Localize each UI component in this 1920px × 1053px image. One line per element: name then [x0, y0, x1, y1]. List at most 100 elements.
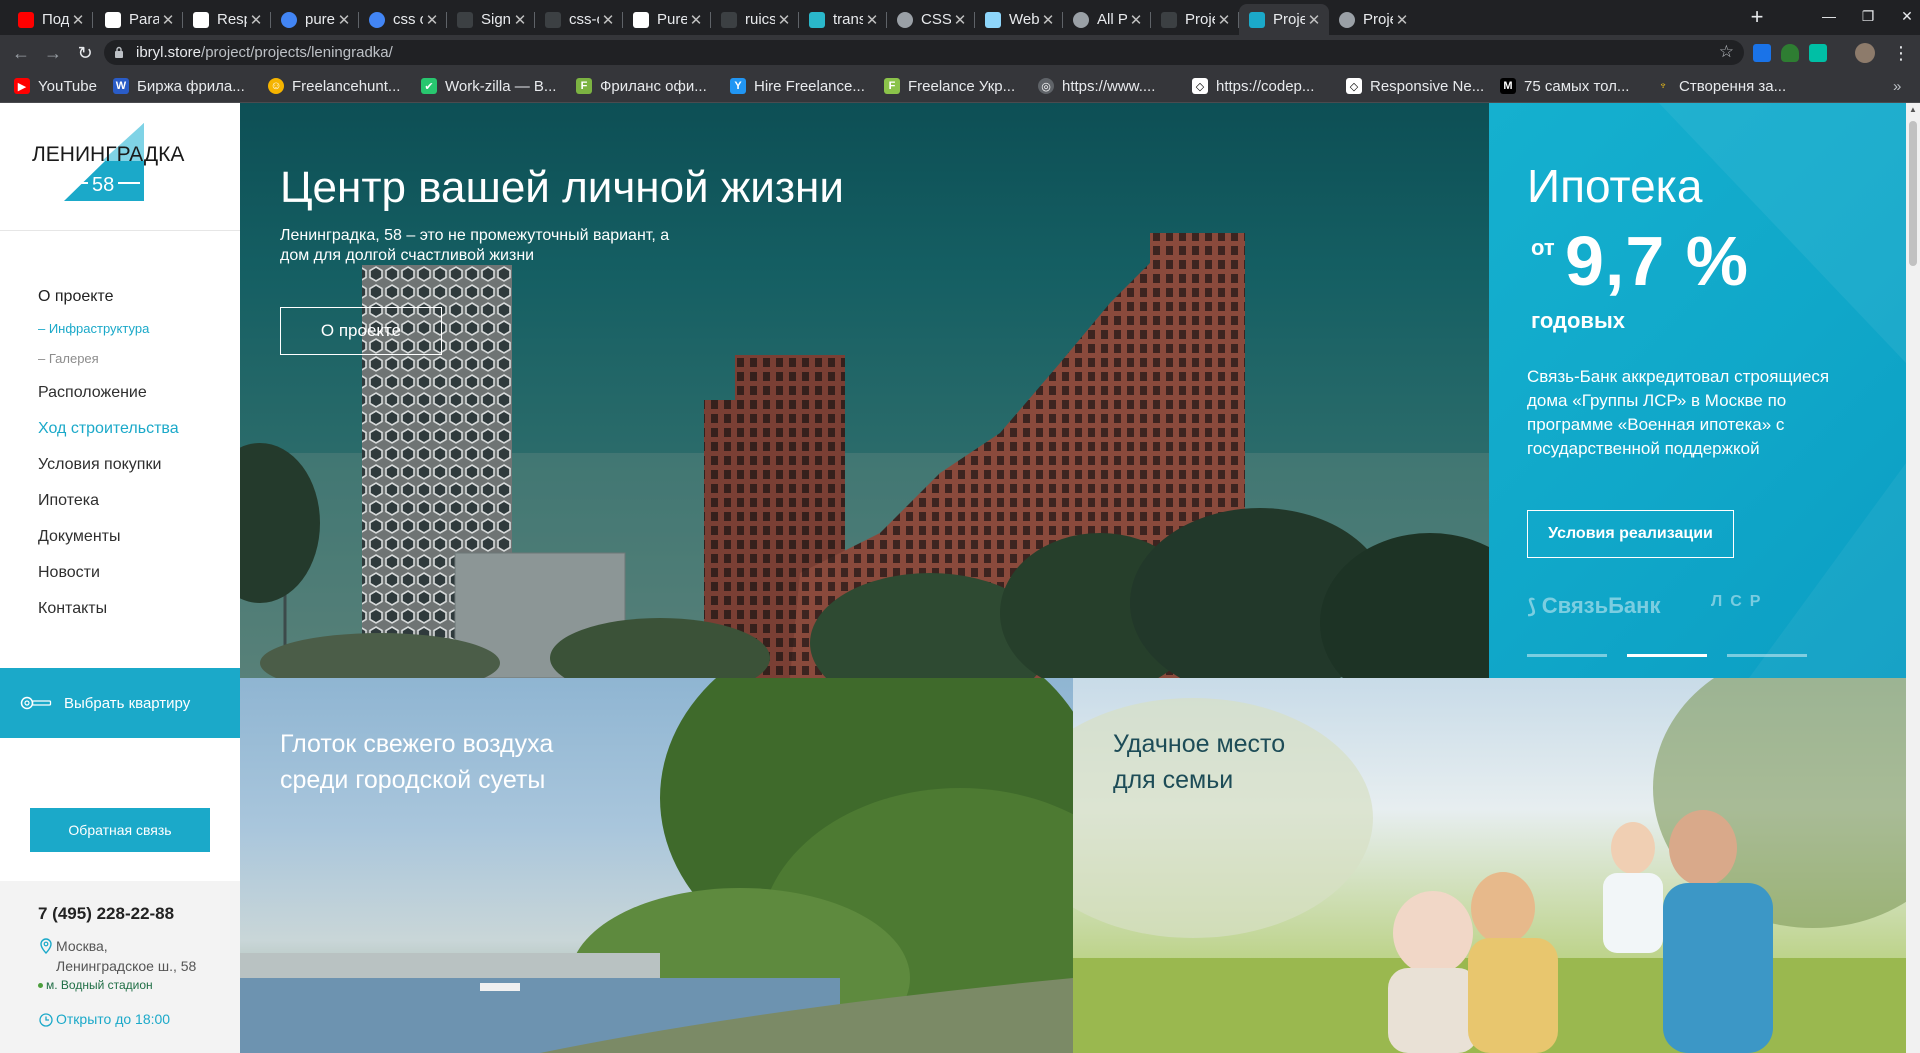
nav-contacts[interactable]: Контакты — [38, 600, 107, 618]
close-window-icon[interactable]: ✕ — [1896, 6, 1918, 26]
browser-tab[interactable]: Signifi ✕ — [447, 4, 535, 35]
browser-tab[interactable]: Respo ✕ — [183, 4, 271, 35]
nav-about[interactable]: О проекте — [38, 288, 113, 306]
browser-tab[interactable]: css-on ✕ — [535, 4, 623, 35]
feedback-button[interactable]: Обратная связь — [30, 808, 210, 852]
browser-tab[interactable]: pure c ✕ — [271, 4, 359, 35]
nav-documents[interactable]: Документы — [38, 528, 120, 546]
tab-close-icon[interactable]: ✕ — [1305, 11, 1323, 29]
key-icon — [20, 696, 52, 710]
github-favicon-icon — [545, 11, 561, 28]
nav-construction-progress[interactable]: Ход строительства — [38, 420, 179, 438]
browser-tab-active[interactable]: Projec ✕ — [1239, 4, 1329, 35]
back-arrow-icon[interactable]: ← — [10, 42, 32, 64]
slider-dot-active[interactable] — [1627, 654, 1707, 657]
scroll-up-arrow-icon[interactable]: ▲ — [1906, 103, 1920, 117]
tab-close-icon[interactable]: ✕ — [423, 11, 441, 29]
tab-title: All Pro — [1097, 11, 1127, 28]
browser-tab[interactable]: Webpa ✕ — [975, 4, 1063, 35]
tab-close-icon[interactable]: ✕ — [159, 11, 177, 29]
family-place-tile[interactable]: Удачное место для семьи — [1073, 678, 1906, 1053]
bookmark-item[interactable]: M 75 самых тол... — [1500, 76, 1629, 96]
browser-tab[interactable]: css on ✕ — [359, 4, 447, 35]
bookmark-item[interactable]: ▶ YouTube — [14, 76, 97, 96]
bookmark-item[interactable]: ☺ Freelancehunt... — [268, 76, 400, 96]
metro-station: м. Водный стадион — [46, 978, 153, 992]
browser-tab[interactable]: transit ✕ — [799, 4, 887, 35]
tab-close-icon[interactable]: ✕ — [1215, 11, 1233, 29]
tab-close-icon[interactable]: ✕ — [247, 11, 265, 29]
nav-infrastructure[interactable]: – Инфраструктура — [38, 321, 149, 336]
tab-title: css on — [393, 11, 423, 28]
tab-close-icon[interactable]: ✕ — [335, 11, 353, 29]
bookmark-item[interactable]: F Freelance Укр... — [884, 76, 1015, 96]
browser-menu-icon[interactable]: ⋮ — [1890, 42, 1912, 64]
tab-title: pure c — [305, 11, 335, 28]
address-bar[interactable]: ibryl.store/project/projects/leningradka… — [104, 40, 1744, 65]
scrollbar-thumb[interactable] — [1909, 121, 1917, 266]
fl-icon: F — [576, 78, 592, 94]
restore-window-icon[interactable]: ❐ — [1857, 6, 1879, 26]
tab-close-icon[interactable]: ✕ — [1039, 11, 1057, 29]
tab-close-icon[interactable]: ✕ — [511, 11, 529, 29]
bookmark-item[interactable]: ◎ https://www.... — [1038, 76, 1155, 96]
browser-tab[interactable]: Pure C ✕ — [623, 4, 711, 35]
phone-number[interactable]: 7 (495) 228-22-88 — [38, 904, 174, 924]
bookmark-item[interactable]: W Биржа фрила... — [113, 76, 245, 96]
choose-flat-button[interactable]: Выбрать квартиру — [0, 668, 240, 738]
globe-favicon-icon — [1339, 11, 1355, 28]
browser-tab[interactable]: CSS O ✕ — [887, 4, 975, 35]
bookmark-item[interactable]: ♆ Створення за... — [1655, 76, 1786, 96]
profile-avatar[interactable] — [1855, 43, 1875, 63]
browser-tab[interactable]: Подпи ✕ — [8, 4, 93, 35]
mortgage-title: Ипотека — [1527, 160, 1703, 212]
tab-close-icon[interactable]: ✕ — [69, 11, 87, 29]
nav-location[interactable]: Расположение — [38, 384, 147, 402]
forward-arrow-icon[interactable]: → — [42, 42, 64, 64]
slider-dot[interactable] — [1727, 654, 1807, 657]
tab-close-icon[interactable]: ✕ — [863, 11, 881, 29]
slider-dot[interactable] — [1527, 654, 1607, 657]
nav-gallery[interactable]: – Галерея — [38, 351, 99, 366]
tab-title: Projec — [1363, 11, 1393, 28]
upwork-icon: Y — [730, 78, 746, 94]
bookmark-item[interactable]: Y Hire Freelance... — [730, 76, 865, 96]
url-text: ibryl.store/project/projects/leningradka… — [136, 44, 393, 61]
about-project-button[interactable]: О проекте — [280, 307, 442, 355]
nav-news[interactable]: Новости — [38, 564, 100, 582]
browser-tab[interactable]: Projec ✕ — [1151, 4, 1239, 35]
youtube-favicon-icon — [18, 11, 34, 28]
browser-tab[interactable]: ruicse ✕ — [711, 4, 799, 35]
bookmark-item[interactable]: ◇ Responsive Ne... — [1346, 76, 1484, 96]
new-tab-plus-icon[interactable]: + — [1745, 4, 1769, 30]
tab-close-icon[interactable]: ✕ — [1393, 11, 1411, 29]
shield-extension-icon[interactable] — [1781, 44, 1799, 62]
tab-close-icon[interactable]: ✕ — [687, 11, 705, 29]
implementation-terms-button[interactable]: Условия реализации — [1527, 510, 1734, 558]
extension-icon[interactable] — [1809, 44, 1827, 62]
hero-banner: Центр вашей личной жизни Ленинградка, 58… — [240, 103, 1489, 678]
svg-text:ЛЕНИНГРАДКА: ЛЕНИНГРАДКА — [32, 143, 184, 166]
tab-close-icon[interactable]: ✕ — [599, 11, 617, 29]
tab-close-icon[interactable]: ✕ — [951, 11, 969, 29]
bookmark-item[interactable]: ✔ Work-zilla — В... — [421, 76, 556, 96]
browser-tab[interactable]: All Pro ✕ — [1063, 4, 1151, 35]
tab-close-icon[interactable]: ✕ — [1127, 11, 1145, 29]
reload-icon[interactable]: ↻ — [74, 42, 96, 64]
browser-tab[interactable]: Paralla ✕ — [95, 4, 183, 35]
minimize-window-icon[interactable]: — — [1818, 6, 1840, 26]
bookmark-star-icon[interactable]: ☆ — [1719, 42, 1734, 62]
nav-purchase-terms[interactable]: Условия покупки — [38, 456, 161, 474]
fresh-air-tile[interactable]: Глоток свежего воздуха среди городской с… — [240, 678, 1073, 1053]
translate-extension-icon[interactable] — [1753, 44, 1771, 62]
leningradka-logo[interactable]: ЛЕНИНГРАДКА 58 — [30, 121, 210, 201]
bookmark-item[interactable]: ◇ https://codep... — [1192, 76, 1314, 96]
bookmarks-overflow-icon[interactable]: » — [1893, 76, 1901, 96]
nav-mortgage[interactable]: Ипотека — [38, 492, 99, 510]
divider — [0, 230, 240, 231]
bookmark-item[interactable]: F Фриланс офи... — [576, 76, 707, 96]
browser-tab[interactable]: Projec ✕ — [1329, 4, 1417, 35]
codepen-favicon-icon — [105, 11, 121, 28]
tab-close-icon[interactable]: ✕ — [775, 11, 793, 29]
codepen-favicon-icon — [193, 11, 209, 28]
